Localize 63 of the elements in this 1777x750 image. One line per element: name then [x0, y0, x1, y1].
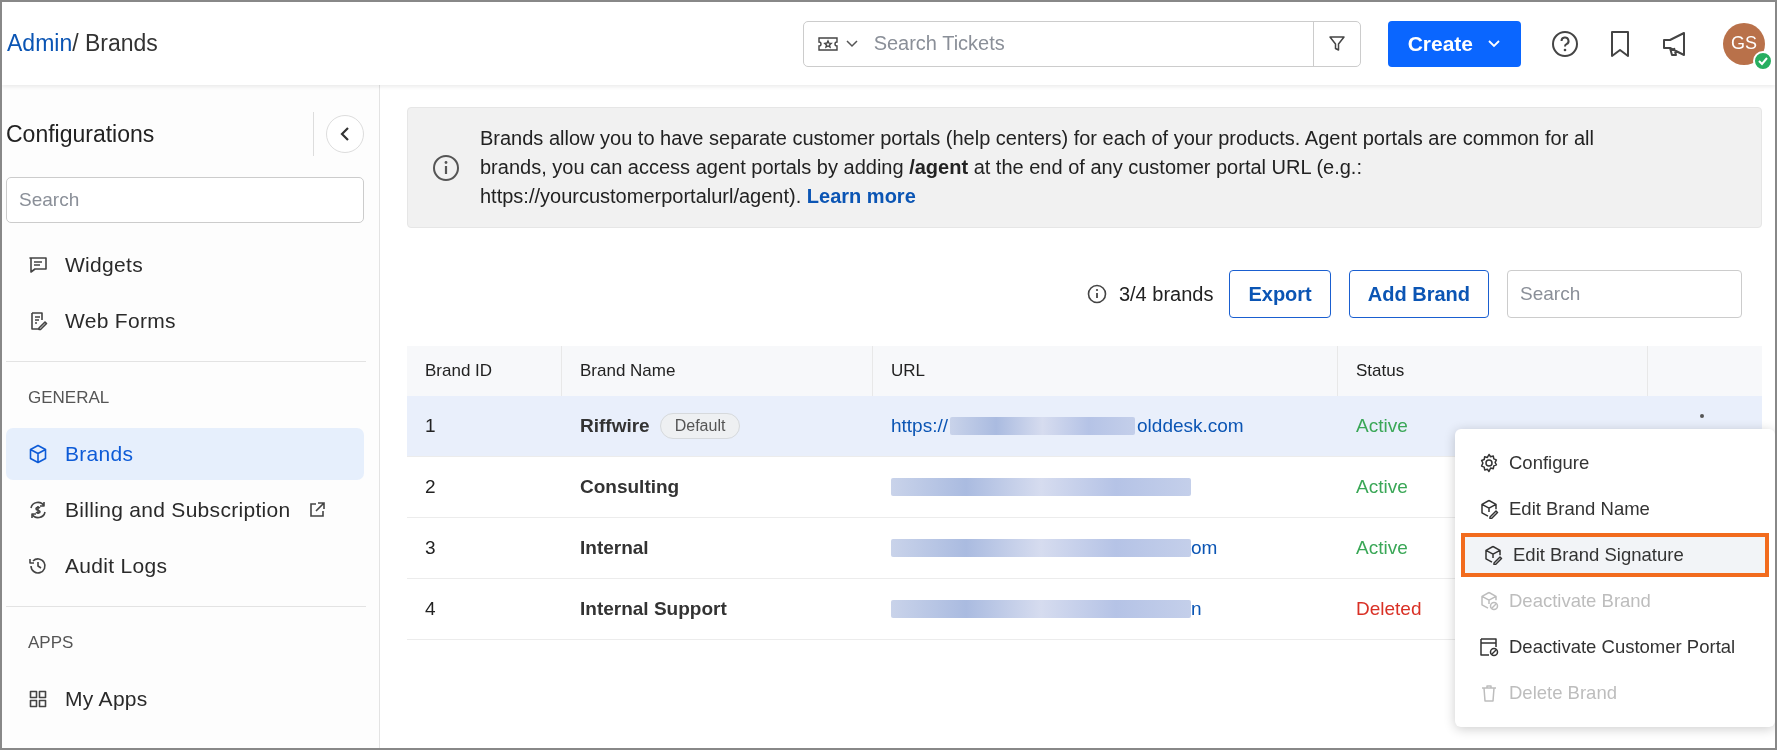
table-search-field[interactable]: Search: [1507, 270, 1742, 318]
more-options-icon[interactable]: [1700, 414, 1704, 418]
status-text: Deleted: [1356, 598, 1422, 620]
breadcrumb-link[interactable]: Admin: [7, 30, 73, 57]
status-text: Active: [1356, 415, 1408, 437]
learn-more-link[interactable]: Learn more: [806, 185, 916, 207]
status-text: Active: [1356, 537, 1408, 559]
toolbar-button[interactable]: Add Brand: [1348, 270, 1489, 318]
chat-icon: [28, 255, 48, 275]
brand-name: Internal Support: [580, 598, 727, 620]
info-text: Brands allow you to have separate customer portals (help centers) for each of your products. Agent portals are common for all brands, you can access agent portals by adding /agent at the end of any customer portal URL (e.g.: https://yourcustomerportalurl/agent). Learn more: [480, 126, 1595, 209]
default-badge: Default: [659, 413, 741, 439]
url-text: olddesk.com: [1137, 415, 1244, 437]
sidebar-title: Configurations: [6, 120, 156, 148]
sidebar-item[interactable]: Widgets: [6, 239, 364, 291]
collapse-button[interactable]: [326, 115, 364, 153]
user-avatar[interactable]: GS: [1723, 22, 1765, 65]
help-icon[interactable]: [1551, 29, 1579, 58]
brand-name: Consulting: [580, 476, 680, 498]
dollar-refresh-icon: [28, 500, 48, 520]
search-input[interactable]: Search Tickets: [871, 31, 1313, 56]
chevron-left-icon[interactable]: [340, 127, 350, 141]
ticket-icon[interactable]: [817, 36, 838, 51]
bookmark-icon[interactable]: [1609, 29, 1631, 58]
cube-edit-icon: [1483, 545, 1503, 565]
trash-icon: [1479, 683, 1499, 703]
info-icon: [1086, 284, 1107, 304]
page-title: / Brands: [72, 30, 158, 57]
create-button[interactable]: Create: [1387, 20, 1521, 67]
table-row[interactable]: 1 Riffwire Default https:// olddesk.com Active: [407, 396, 1762, 457]
section-heading: GENERAL: [27, 387, 111, 409]
cube-blocked-icon: [1479, 591, 1499, 611]
external-link-icon[interactable]: [307, 501, 326, 519]
brand-name: Internal: [580, 537, 649, 559]
form-edit-icon: [28, 311, 48, 331]
url-text: n: [1191, 598, 1202, 620]
toolbar-button[interactable]: Export: [1229, 270, 1331, 318]
sidebar-item[interactable]: Web Forms: [6, 295, 364, 347]
sidebar-item[interactable]: Brands: [6, 428, 364, 480]
window-blocked-icon: [1479, 637, 1499, 657]
table-cell: 3: [425, 537, 436, 559]
info-icon: [432, 153, 460, 182]
grid-icon: [28, 689, 48, 709]
status-text: Active: [1356, 476, 1408, 498]
url-text: om: [1191, 537, 1218, 559]
cube-icon: [28, 444, 48, 464]
sidebar-item[interactable]: My Apps: [6, 673, 364, 725]
table-cell: 4: [425, 598, 436, 620]
ticket-search-field[interactable]: Search Tickets: [802, 20, 1361, 67]
section-heading: APPS: [27, 632, 75, 654]
history-icon: [28, 556, 48, 576]
sidebar-item[interactable]: Audit Logs: [6, 540, 364, 592]
brand-count: 3/4 brands: [1118, 282, 1214, 306]
sidebar-search-field[interactable]: Search: [6, 177, 364, 223]
cube-edit-icon: [1479, 499, 1499, 519]
url-text: https://: [891, 415, 949, 437]
brand-name: Riffwire: [580, 415, 650, 437]
table-cell: 2: [425, 476, 436, 498]
filter-icon[interactable]: [1327, 34, 1346, 53]
table-cell: 1: [425, 415, 436, 437]
gear-icon: [1479, 453, 1499, 473]
chevron-down-icon[interactable]: [845, 39, 858, 48]
sidebar-item[interactable]: Billing and Subscription: [6, 484, 364, 536]
